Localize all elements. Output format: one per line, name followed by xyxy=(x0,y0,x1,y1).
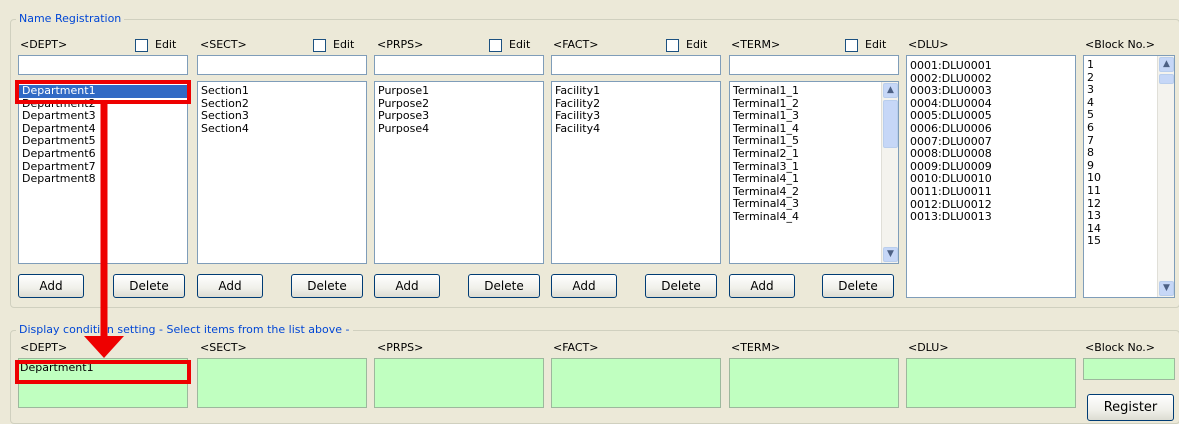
display-fact-header: <FACT> xyxy=(553,341,599,354)
fact-edit-checkbox[interactable] xyxy=(666,39,679,52)
term-scroll-thumb[interactable] xyxy=(883,100,898,148)
block-scrollbar[interactable]: ▲ ▼ xyxy=(1157,56,1174,297)
block-header: <Block No.> xyxy=(1085,38,1155,51)
list-item[interactable]: Section3 xyxy=(198,110,366,123)
list-item[interactable]: 0006:DLU0006 xyxy=(907,122,1075,136)
display-fact-box[interactable] xyxy=(551,358,721,408)
list-item[interactable]: Facility1 xyxy=(552,84,720,98)
dept-edit-checkbox[interactable] xyxy=(135,39,148,52)
fact-header: <FACT> xyxy=(553,38,599,51)
fact-add-button[interactable]: Add xyxy=(551,274,617,298)
prps-header: <PRPS> xyxy=(377,38,424,51)
display-term-header: <TERM> xyxy=(731,341,781,354)
list-item[interactable]: Purpose1 xyxy=(375,84,543,98)
list-item[interactable]: Facility4 xyxy=(552,122,720,136)
display-term-box[interactable] xyxy=(729,358,899,408)
fact-edit-label: Edit xyxy=(686,38,708,51)
term-edit-label: Edit xyxy=(865,38,887,51)
chevron-down-icon[interactable]: ▼ xyxy=(883,247,898,262)
term-listbox[interactable]: Terminal1_1 Terminal1_2 Terminal1_3 Term… xyxy=(729,81,899,264)
list-item[interactable]: Terminal4_4 xyxy=(730,210,898,224)
list-item[interactable]: 0013:DLU0013 xyxy=(907,211,1075,224)
display-dlu-header: <DLU> xyxy=(908,341,949,354)
dept-header: <DEPT> xyxy=(20,38,68,51)
register-button[interactable]: Register xyxy=(1087,394,1174,421)
list-item[interactable]: Terminal4_1 xyxy=(730,173,898,186)
term-edit-checkbox[interactable] xyxy=(845,39,858,52)
fact-delete-button[interactable]: Delete xyxy=(645,274,717,298)
list-item[interactable]: Terminal2_1 xyxy=(730,147,898,161)
prps-edit-checkbox[interactable] xyxy=(489,39,502,52)
dept-name-input[interactable] xyxy=(18,55,188,75)
prps-add-button[interactable]: Add xyxy=(374,274,440,298)
list-item[interactable]: Terminal1_1 xyxy=(730,84,898,98)
term-name-input[interactable] xyxy=(729,55,899,75)
block-listbox[interactable]: 1 2 3 4 5 6 7 8 9 10 11 12 13 14 15 ▲ ▼ xyxy=(1083,55,1175,298)
list-item[interactable]: 0003:DLU0003 xyxy=(907,85,1075,98)
chevron-down-icon[interactable]: ▼ xyxy=(1159,281,1174,296)
sect-delete-button[interactable]: Delete xyxy=(291,274,363,298)
display-prps-header: <PRPS> xyxy=(377,341,424,354)
dept-edit-label: Edit xyxy=(155,38,177,51)
list-item[interactable]: Section4 xyxy=(198,122,366,136)
list-item[interactable]: Purpose3 xyxy=(375,110,543,123)
list-item[interactable]: Purpose4 xyxy=(375,122,543,136)
chevron-up-icon[interactable]: ▲ xyxy=(1159,57,1174,72)
term-scrollbar[interactable]: ▲ ▼ xyxy=(881,82,898,263)
block-scroll-thumb[interactable] xyxy=(1159,74,1174,84)
sect-name-input[interactable] xyxy=(197,55,367,75)
display-sect-header: <SECT> xyxy=(200,341,247,354)
prps-name-input[interactable] xyxy=(374,55,544,75)
display-sect-box[interactable] xyxy=(197,358,367,408)
list-item[interactable]: 0001:DLU0001 xyxy=(907,59,1075,73)
display-prps-box[interactable] xyxy=(374,358,544,408)
sect-header: <SECT> xyxy=(200,38,247,51)
dlu-listbox[interactable]: 0001:DLU0001 0002:DLU0002 0003:DLU0003 0… xyxy=(906,55,1076,298)
annotation-arrow xyxy=(84,104,124,358)
display-block-header: <Block No.> xyxy=(1085,341,1155,354)
prps-delete-button[interactable]: Delete xyxy=(468,274,540,298)
list-item[interactable]: Terminal1_3 xyxy=(730,110,898,123)
fact-name-input[interactable] xyxy=(551,55,721,75)
display-dlu-box[interactable] xyxy=(906,358,1076,408)
list-item[interactable]: 0011:DLU0011 xyxy=(907,185,1075,199)
prps-edit-label: Edit xyxy=(509,38,531,51)
sect-add-button[interactable]: Add xyxy=(197,274,263,298)
fact-listbox[interactable]: Facility1 Facility2 Facility3 Facility4 xyxy=(551,81,721,264)
list-item[interactable]: Section1 xyxy=(198,84,366,98)
term-add-button[interactable]: Add xyxy=(729,274,795,298)
sect-listbox[interactable]: Section1 Section2 Section3 Section4 xyxy=(197,81,367,264)
term-delete-button[interactable]: Delete xyxy=(822,274,894,298)
chevron-up-icon[interactable]: ▲ xyxy=(883,83,898,98)
sect-edit-label: Edit xyxy=(333,38,355,51)
list-item[interactable]: 0008:DLU0008 xyxy=(907,148,1075,161)
display-block-box[interactable] xyxy=(1083,358,1175,380)
sect-edit-checkbox[interactable] xyxy=(313,39,326,52)
prps-listbox[interactable]: Purpose1 Purpose2 Purpose3 Purpose4 xyxy=(374,81,544,264)
name-registration-legend: Name Registration xyxy=(16,12,125,25)
list-item[interactable]: Facility3 xyxy=(552,110,720,123)
term-header: <TERM> xyxy=(731,38,781,51)
dlu-header: <DLU> xyxy=(908,38,949,51)
